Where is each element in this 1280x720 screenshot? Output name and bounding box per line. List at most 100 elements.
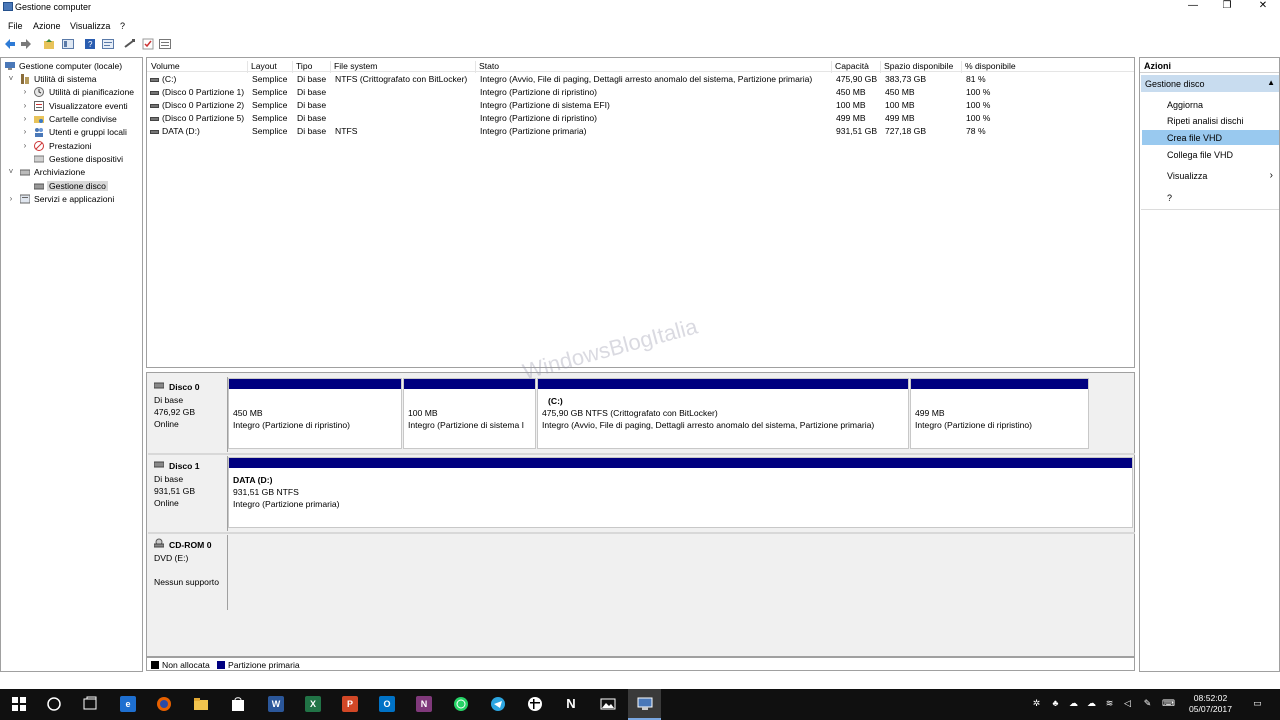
tree-label: Utenti e gruppi locali: [49, 127, 127, 137]
outlook-icon[interactable]: O: [379, 696, 395, 712]
connect-icon[interactable]: [124, 38, 136, 50]
col-header-spazio-disponibile[interactable]: Spazio disponibile: [881, 61, 962, 73]
store-icon[interactable]: [230, 696, 246, 712]
partition-disk0-5[interactable]: 499 MB Integro (Partizione di ripristino…: [910, 378, 1089, 449]
action-collega-vhd[interactable]: Collega file VHD: [1142, 147, 1279, 162]
menu-bar: File Azione Visualizza ?: [0, 19, 1280, 33]
chevron-right-icon[interactable]: ›: [21, 127, 29, 136]
task-view-icon[interactable]: [82, 696, 98, 712]
help-icon[interactable]: ?: [84, 38, 96, 50]
restore-button[interactable]: ❐: [1212, 0, 1242, 14]
wifi-tray-icon[interactable]: ≋: [1104, 698, 1115, 709]
disk-size: 476,92 GB: [154, 407, 196, 417]
up-folder-icon[interactable]: [43, 38, 55, 50]
notification-center-icon[interactable]: ▭: [1252, 698, 1263, 709]
chevron-right-icon[interactable]: ›: [21, 141, 29, 150]
disk-separator: [148, 453, 1135, 455]
table-row[interactable]: (Disco 0 Partizione 2) Semplice Di base …: [147, 99, 1134, 112]
onenote-icon[interactable]: N: [416, 696, 432, 712]
action-visualizza[interactable]: Visualizza ›: [1142, 168, 1279, 183]
telegram-icon[interactable]: [490, 696, 506, 712]
collapse-arrow-icon[interactable]: ▲: [1267, 78, 1275, 87]
tree-label: Prestazioni: [49, 141, 92, 151]
shared-folders-icon: [34, 116, 44, 123]
chevron-right-icon[interactable]: ›: [21, 87, 29, 96]
disk-1-info[interactable]: Disco 1 Di base 931,51 GB Online: [148, 456, 228, 531]
close-button[interactable]: ✕: [1248, 0, 1278, 14]
settings-tray-icon[interactable]: ✲: [1031, 698, 1042, 709]
disk-0-info[interactable]: Disco 0 Di base 476,92 GB Online: [148, 377, 228, 452]
firefox-icon[interactable]: [156, 696, 172, 712]
cloud-tray-icon[interactable]: ☁: [1086, 698, 1097, 709]
action-ripeti-analisi[interactable]: Ripeti analisi dischi: [1142, 113, 1279, 128]
menu-help[interactable]: ?: [120, 21, 125, 31]
forward-arrow-icon[interactable]: [20, 38, 32, 50]
action-help[interactable]: ?: [1142, 190, 1279, 205]
col-header-capacita[interactable]: Capacità: [832, 61, 881, 73]
cell-layout: Semplice: [252, 126, 288, 136]
security-tray-icon[interactable]: ♣: [1050, 698, 1061, 709]
col-header-tipo[interactable]: Tipo: [293, 61, 331, 73]
cortana-icon[interactable]: [46, 696, 62, 712]
computer-management-icon: [5, 62, 15, 70]
start-icon[interactable]: [11, 696, 27, 712]
actions-pane: Azioni Gestione disco ▲ Aggiorna Ripeti …: [1139, 57, 1280, 672]
action-crea-vhd[interactable]: Crea file VHD: [1142, 130, 1279, 145]
col-header-stato[interactable]: Stato: [476, 61, 832, 73]
onedrive-tray-icon[interactable]: ☁: [1068, 698, 1079, 709]
powerpoint-icon[interactable]: P: [342, 696, 358, 712]
chevron-down-icon[interactable]: ˅: [7, 74, 15, 83]
computer-management-taskbar-icon[interactable]: [637, 696, 653, 712]
volume-tray-icon[interactable]: ◁: [1122, 698, 1133, 709]
pen-tray-icon[interactable]: ✎: [1142, 698, 1153, 709]
list-view-icon[interactable]: [159, 38, 171, 50]
minimize-button[interactable]: —: [1178, 0, 1208, 14]
table-row[interactable]: (Disco 0 Partizione 1) Semplice Di base …: [147, 86, 1134, 99]
col-header-file-system[interactable]: File system: [331, 61, 476, 73]
edge-icon[interactable]: e: [120, 696, 136, 712]
col-header-layout[interactable]: Layout: [248, 61, 293, 73]
cell-file-system: NTFS (Crittografato con BitLocker): [335, 74, 468, 84]
chevron-right-icon[interactable]: ›: [21, 101, 29, 110]
check-icon[interactable]: [142, 38, 154, 50]
partition-disk0-1[interactable]: 450 MB Integro (Partizione di ripristino…: [228, 378, 402, 449]
table-row[interactable]: (C:) Semplice Di base NTFS (Crittografat…: [147, 73, 1134, 86]
legend-label: Non allocata: [162, 660, 210, 670]
photos-icon[interactable]: [600, 696, 616, 712]
cell-spazio: 100 MB: [885, 100, 915, 110]
cell-stato: Integro (Avvio, File di paging, Dettagli…: [480, 74, 813, 84]
back-arrow-icon[interactable]: [4, 38, 16, 50]
action-aggiorna[interactable]: Aggiorna: [1142, 97, 1279, 112]
menu-azione[interactable]: Azione: [33, 21, 61, 31]
tree-label: Servizi e applicazioni: [34, 194, 115, 204]
keyboard-tray-icon[interactable]: ⌨: [1162, 698, 1175, 709]
submenu-arrow-icon: ›: [1269, 170, 1273, 181]
partition-disk0-2[interactable]: 100 MB Integro (Partizione di sistema I: [403, 378, 536, 449]
menu-file[interactable]: File: [8, 21, 23, 31]
file-explorer-icon[interactable]: [193, 696, 209, 712]
cdrom-0-info[interactable]: CD-ROM 0 DVD (E:) Nessun supporto: [148, 535, 228, 610]
show-hide-console-icon[interactable]: [62, 38, 74, 50]
chevron-right-icon[interactable]: ›: [21, 114, 29, 123]
excel-icon[interactable]: X: [305, 696, 321, 712]
chevron-right-icon[interactable]: ›: [7, 194, 15, 203]
clock[interactable]: 08:52:02 05/07/2017: [1188, 693, 1233, 715]
col-header-volume[interactable]: Volume: [148, 61, 248, 73]
cell-layout: Semplice: [252, 113, 288, 123]
notion-icon[interactable]: N: [563, 696, 579, 712]
col-header-percent-disponibile[interactable]: % disponibile: [962, 61, 1134, 73]
table-row[interactable]: DATA (D:) Semplice Di base NTFS Integro …: [147, 125, 1134, 138]
menu-visualizza[interactable]: Visualizza: [70, 21, 110, 31]
actions-group-disk-management[interactable]: Gestione disco ▲: [1141, 75, 1279, 92]
toolbar: ?: [0, 36, 1280, 53]
word-icon[interactable]: W: [268, 696, 284, 712]
cell-capacita: 475,90 GB: [836, 74, 878, 84]
whatsapp-icon[interactable]: [453, 696, 469, 712]
partition-disk0-c[interactable]: (C:) 475,90 GB NTFS (Crittografato con B…: [537, 378, 909, 449]
properties-icon[interactable]: [102, 38, 114, 50]
partition-disk1-d[interactable]: DATA (D:) 931,51 GB NTFS Integro (Partiz…: [228, 457, 1133, 528]
table-row[interactable]: (Disco 0 Partizione 5) Semplice Di base …: [147, 112, 1134, 125]
partition-status: Integro (Partizione di ripristino): [915, 420, 1033, 430]
slack-icon[interactable]: [527, 696, 543, 712]
chevron-down-icon[interactable]: ˅: [7, 167, 15, 176]
